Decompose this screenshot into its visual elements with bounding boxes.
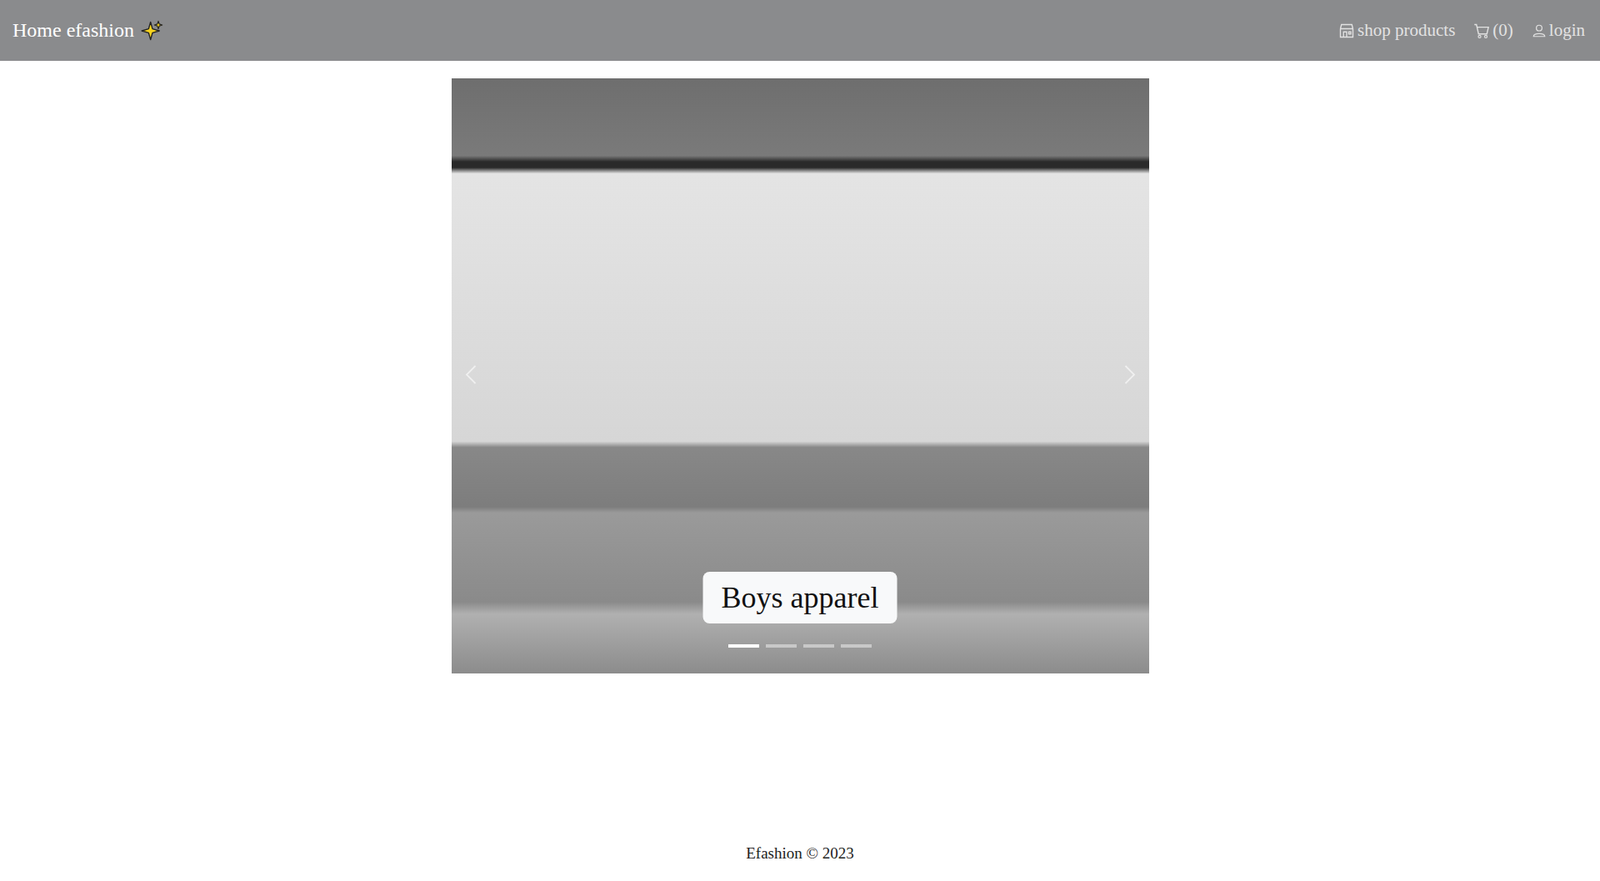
carousel-indicator[interactable] [765, 644, 797, 648]
nav-links: shop products (0) login [1338, 20, 1585, 41]
main: Boys apparel [0, 60, 1600, 845]
carousel-prev-button[interactable] [461, 360, 482, 393]
nav-link[interactable]: shop products [1338, 20, 1455, 41]
footer: Efashion © 2023 [0, 844, 1600, 881]
carousel-indicators [728, 644, 872, 648]
chevron-left-icon [461, 360, 482, 390]
brand-link[interactable]: Home efashion [12, 19, 165, 43]
page: Home efashion shop products (0) login Boys a… [0, 0, 1600, 881]
chevron-right-icon [1119, 360, 1140, 390]
nav-link-label: shop products [1357, 20, 1455, 41]
sparkles-icon [140, 19, 165, 43]
carousel: Boys apparel [451, 78, 1150, 674]
shop-icon [1338, 22, 1355, 40]
nav-link[interactable]: login [1531, 20, 1585, 41]
user-icon [1531, 23, 1547, 39]
brand-text: Home efashion [12, 19, 135, 42]
carousel-next-button[interactable] [1119, 360, 1140, 393]
nav-link-label: (0) [1492, 20, 1514, 41]
carousel-indicator[interactable] [840, 644, 872, 648]
navbar: Home efashion shop products (0) login [0, 0, 1600, 61]
nav-link-label: login [1549, 20, 1585, 41]
carousel-indicator[interactable] [803, 644, 835, 648]
nav-link[interactable]: (0) [1473, 20, 1514, 41]
carousel-indicator[interactable] [728, 644, 760, 648]
cart-icon [1473, 22, 1490, 40]
slide-caption: Boys apparel [703, 571, 898, 624]
